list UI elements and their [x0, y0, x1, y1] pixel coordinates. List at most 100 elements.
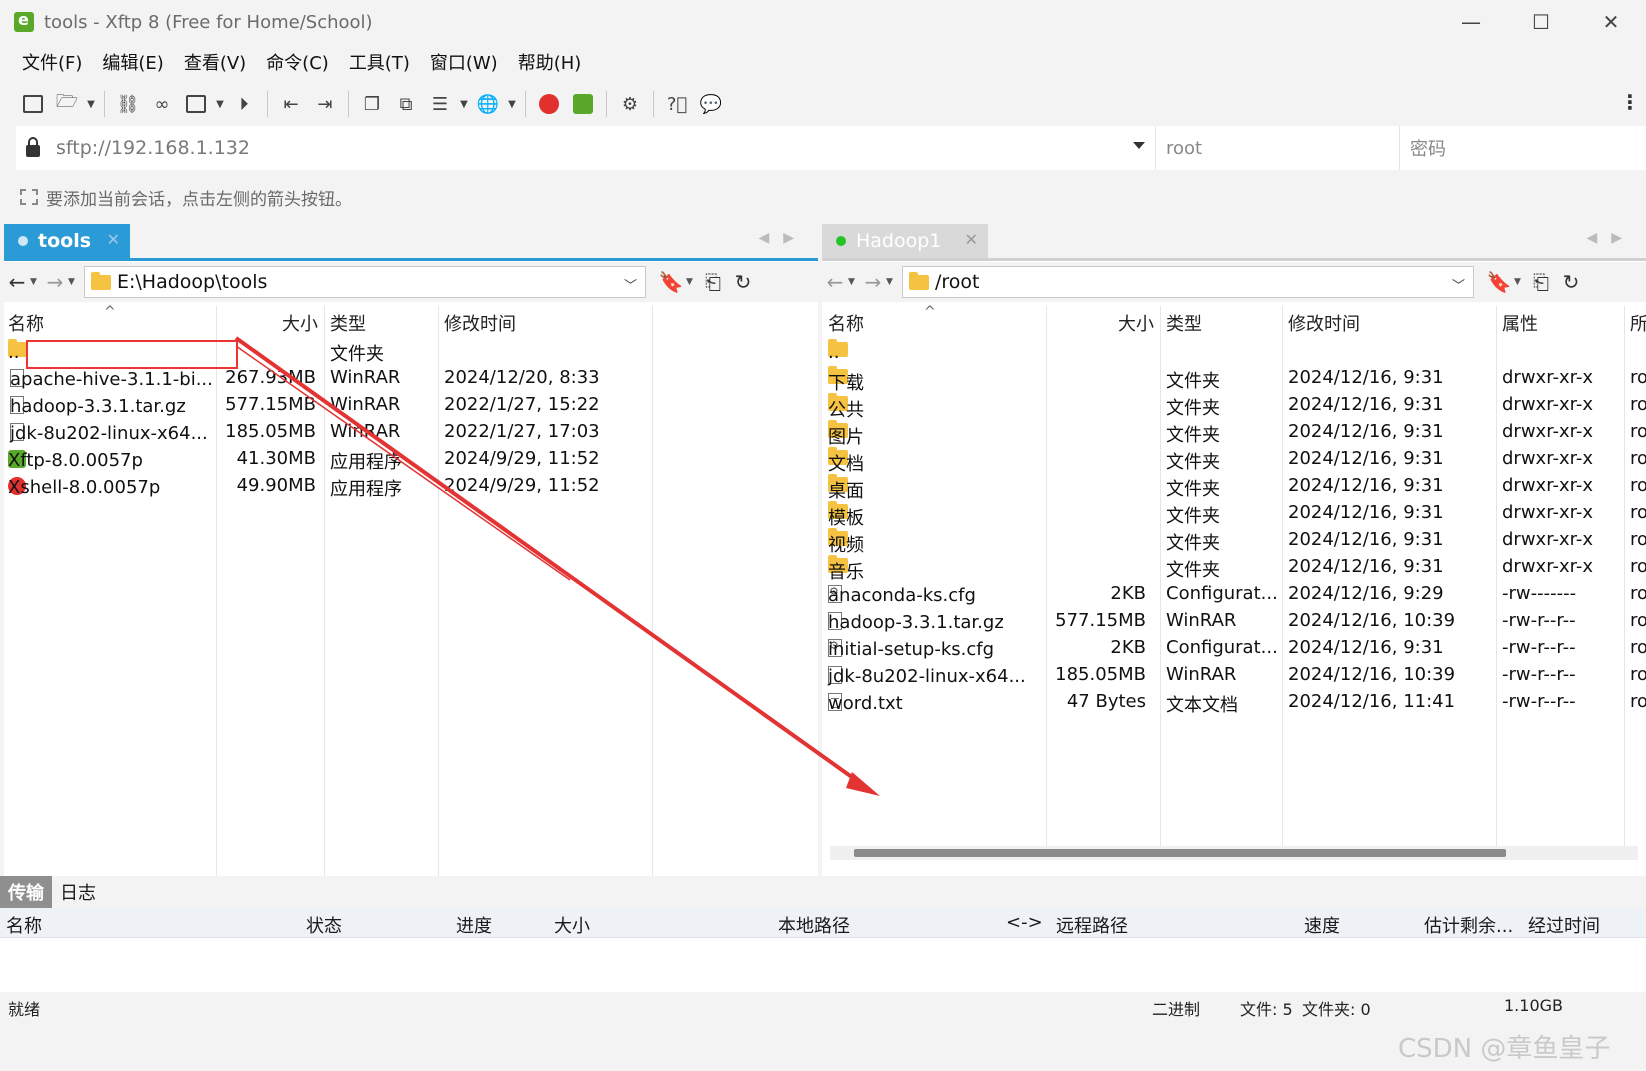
new-tab-dropdown-icon[interactable]: ▼ [213, 88, 227, 120]
tab-transfer[interactable]: 传输 [0, 876, 52, 908]
local-path-box[interactable]: E:\Hadoop\tools ﹀ [84, 266, 646, 298]
tab-hadoop1[interactable]: Hadoop1 ✕ [822, 224, 988, 258]
table-row[interactable]: 图片 文件夹 2024/12/16, 9:31 drwxr-xr-x ro [822, 419, 1646, 448]
forward-arrow-icon[interactable]: → [42, 270, 68, 294]
menu-window[interactable]: 窗口(W) [420, 48, 508, 80]
table-row[interactable]: 模板 文件夹 2024/12/16, 9:31 drwxr-xr-x ro [822, 500, 1646, 529]
col-elapsed[interactable]: 经过时间 [1528, 912, 1600, 938]
reconnect-icon[interactable]: ∞ [145, 88, 179, 120]
close-tab-icon[interactable]: ✕ [965, 230, 978, 249]
table-row[interactable]: word.txt 47 Bytes 文本文档 2024/12/16, 11:41 -rw… [822, 689, 1646, 716]
help-icon[interactable]: ?⃝ [660, 88, 694, 120]
back-dropdown-icon[interactable]: ▼ [848, 277, 860, 287]
col-speed[interactable]: 速度 [1304, 912, 1340, 938]
back-dropdown-icon[interactable]: ▼ [30, 277, 42, 287]
col-size[interactable]: 大小 [282, 310, 318, 336]
table-row[interactable]: .. [822, 338, 1646, 365]
new-session-icon[interactable] [16, 88, 50, 120]
col-attributes[interactable]: 属性 [1502, 310, 1538, 336]
col-owner[interactable]: 所 [1630, 310, 1646, 336]
transfer-right-icon[interactable]: ⇥ [308, 88, 342, 120]
status-transfer-mode[interactable]: 二进制 [1152, 996, 1200, 1020]
remote-path-box[interactable]: /root ﹀ [902, 266, 1474, 298]
xftp-icon[interactable] [566, 88, 600, 120]
horizontal-scrollbar[interactable] [830, 846, 1638, 860]
table-row[interactable]: anaconda-ks.cfg 2KB Configurat... 2024/12/1… [822, 581, 1646, 608]
table-row[interactable]: 视频 文件夹 2024/12/16, 9:31 drwxr-xr-x ro [822, 527, 1646, 556]
table-row[interactable]: Xftp-8.0.0057p 41.30MB 应用程序 2024/9/29, 1… [4, 446, 818, 473]
tab-log[interactable]: 日志 [52, 876, 104, 908]
col-direction[interactable]: <-> [1006, 912, 1043, 933]
menu-view[interactable]: 查看(V) [174, 48, 256, 80]
globe-icon[interactable]: 🌐 [471, 88, 505, 120]
add-session-icon[interactable] [20, 189, 38, 205]
path-dropdown-icon[interactable]: ﹀ [624, 275, 637, 294]
table-row[interactable]: jdk-8u202-linux-x64... 185.05MB WinRAR 2024… [822, 662, 1646, 689]
settings-gear-icon[interactable]: ⚙ [613, 88, 647, 120]
col-progress[interactable]: 进度 [456, 912, 492, 938]
table-row[interactable]: 文档 文件夹 2024/12/16, 9:31 drwxr-xr-x ro [822, 446, 1646, 475]
transfer-left-icon[interactable]: ⇤ [274, 88, 308, 120]
parent-folder-icon[interactable]: ⎗ [698, 270, 728, 294]
bookmark-dropdown-icon[interactable]: ▼ [686, 277, 698, 287]
forward-dropdown-icon[interactable]: ▼ [68, 277, 80, 287]
col-name[interactable]: 名称 [828, 310, 864, 336]
open-dropdown-icon[interactable]: ▼ [84, 88, 98, 120]
close-tab-icon[interactable]: ✕ [107, 230, 120, 249]
paste-icon[interactable]: ⧉ [389, 88, 423, 120]
refresh-icon[interactable]: ↻ [728, 270, 758, 294]
more-options-icon[interactable]: ⋮ [1620, 90, 1640, 114]
menu-file[interactable]: 文件(F) [12, 48, 92, 80]
encoding-dropdown-icon[interactable]: ▼ [505, 88, 519, 120]
back-arrow-icon[interactable]: ← [822, 270, 848, 294]
chat-bubble-icon[interactable]: 💬 [694, 88, 728, 120]
table-row[interactable]: jdk-8u202-linux-x64... 185.05MB WinRAR 2… [4, 419, 818, 446]
play-icon[interactable]: ⏵ [227, 88, 261, 120]
table-row[interactable]: hadoop-3.3.1.tar.gz 577.15MB WinRAR 2024/12… [822, 608, 1646, 635]
table-row[interactable]: 公共 文件夹 2024/12/16, 9:31 drwxr-xr-x ro [822, 392, 1646, 421]
menu-command[interactable]: 命令(C) [256, 48, 339, 80]
xshell-icon[interactable] [532, 88, 566, 120]
col-status[interactable]: 状态 [306, 912, 342, 938]
bookmark-icon[interactable]: 🔖 [1484, 270, 1514, 294]
col-eta[interactable]: 估计剩余... [1424, 912, 1513, 938]
table-row[interactable]: apache-hive-3.1.1-bi... 267.93MB WinRAR … [4, 365, 818, 392]
list-view-icon[interactable]: ☰ [423, 88, 457, 120]
bookmark-icon[interactable]: 🔖 [656, 270, 686, 294]
tab-tools[interactable]: tools ✕ [4, 224, 130, 258]
disconnect-icon[interactable]: ⛓ [111, 88, 145, 120]
col-modified[interactable]: 修改时间 [1288, 310, 1360, 336]
close-button[interactable]: ✕ [1576, 0, 1646, 44]
menu-help[interactable]: 帮助(H) [508, 48, 592, 80]
menu-tools[interactable]: 工具(T) [339, 48, 420, 80]
maximize-button[interactable]: ☐ [1506, 0, 1576, 44]
refresh-icon[interactable]: ↻ [1556, 270, 1586, 294]
col-type[interactable]: 类型 [1166, 310, 1202, 336]
forward-dropdown-icon[interactable]: ▼ [886, 277, 898, 287]
col-size[interactable]: 大小 [1118, 310, 1154, 336]
open-folder-icon[interactable]: 🗁 [50, 88, 84, 120]
col-type[interactable]: 类型 [330, 310, 366, 336]
table-row[interactable]: initial-setup-ks.cfg 2KB Configurat... 2024… [822, 635, 1646, 662]
table-row[interactable]: 下载 文件夹 2024/12/16, 9:31 drwxr-xr-x ro [822, 365, 1646, 394]
address-dropdown-icon[interactable] [1133, 142, 1145, 149]
menu-edit[interactable]: 编辑(E) [92, 48, 173, 80]
password-field[interactable]: 密码 [1400, 126, 1646, 170]
new-tab-icon[interactable] [179, 88, 213, 120]
parent-folder-icon[interactable]: ⎗ [1526, 270, 1556, 294]
col-name[interactable]: 名称 [8, 310, 44, 336]
col-modified[interactable]: 修改时间 [444, 310, 516, 336]
col-remote-path[interactable]: 远程路径 [1056, 912, 1128, 938]
view-dropdown-icon[interactable]: ▼ [457, 88, 471, 120]
minimize-button[interactable]: — [1436, 0, 1506, 44]
col-local-path[interactable]: 本地路径 [778, 912, 850, 938]
forward-arrow-icon[interactable]: → [860, 270, 886, 294]
bookmark-dropdown-icon[interactable]: ▼ [1514, 277, 1526, 287]
path-dropdown-icon[interactable]: ﹀ [1452, 275, 1465, 294]
tab-scroll-arrows[interactable]: ◀▶ [1586, 230, 1636, 246]
tab-scroll-arrows[interactable]: ◀▶ [758, 230, 808, 246]
col-size[interactable]: 大小 [554, 912, 590, 938]
scrollbar-thumb[interactable] [854, 849, 1506, 857]
transfer-list[interactable] [0, 938, 1646, 992]
table-row[interactable]: 音乐 文件夹 2024/12/16, 9:31 drwxr-xr-x ro [822, 554, 1646, 583]
